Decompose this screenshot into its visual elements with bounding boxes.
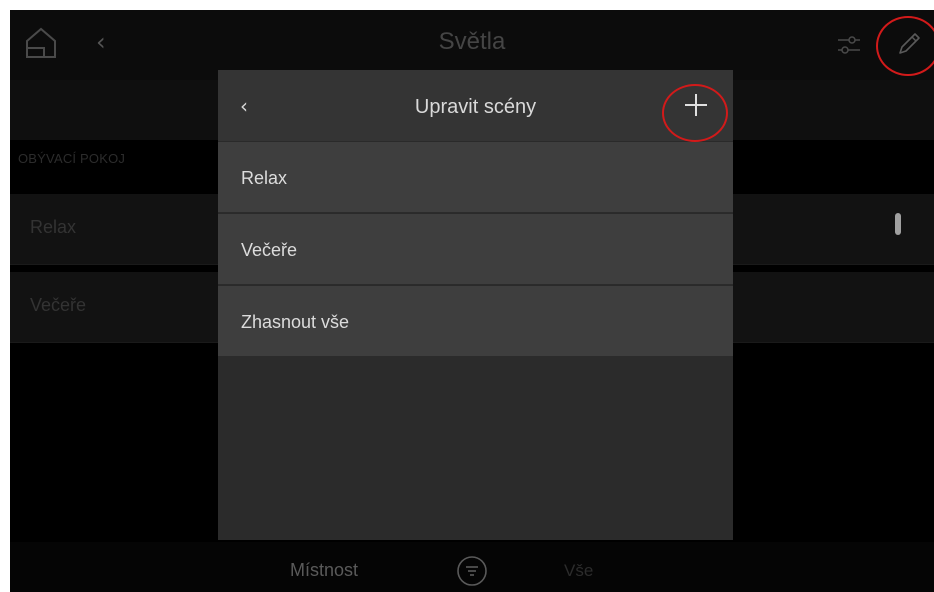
edit-scenes-dialog: ‹ Upravit scény Relax Večeře Zhasnout vš…	[218, 70, 733, 540]
scene-list-item-label: Relax	[241, 168, 288, 188]
dialog-title: Upravit scény	[414, 96, 537, 118]
scene-list-item-label: Zhasnout vše	[241, 312, 350, 332]
scene-toggle[interactable]	[895, 213, 901, 235]
annotation-circle-add	[662, 84, 728, 142]
filter-icon[interactable]	[456, 555, 488, 587]
tab-room[interactable]: Místnost	[290, 560, 358, 581]
page-title: Světla	[438, 28, 506, 55]
tab-all[interactable]: Vše	[564, 561, 593, 581]
scene-row-label: Večeře	[30, 295, 87, 315]
scene-list-item-label: Večeře	[241, 240, 298, 260]
annotation-circle-edit	[876, 16, 934, 76]
dialog-header: ‹ Upravit scény	[218, 70, 733, 141]
scene-list-item[interactable]: Večeře	[218, 213, 733, 284]
sliders-icon[interactable]	[836, 32, 862, 58]
scene-list-item[interactable]: Relax	[218, 141, 733, 212]
room-section-label: OBÝVACÍ POKOJ	[18, 151, 126, 166]
app-screen: ‹ Světla OBÝVACÍ POKOJ Relax Večeře Míst…	[10, 10, 934, 592]
scene-list-item[interactable]: Zhasnout vše	[218, 285, 733, 356]
scene-row-label: Relax	[30, 217, 77, 237]
